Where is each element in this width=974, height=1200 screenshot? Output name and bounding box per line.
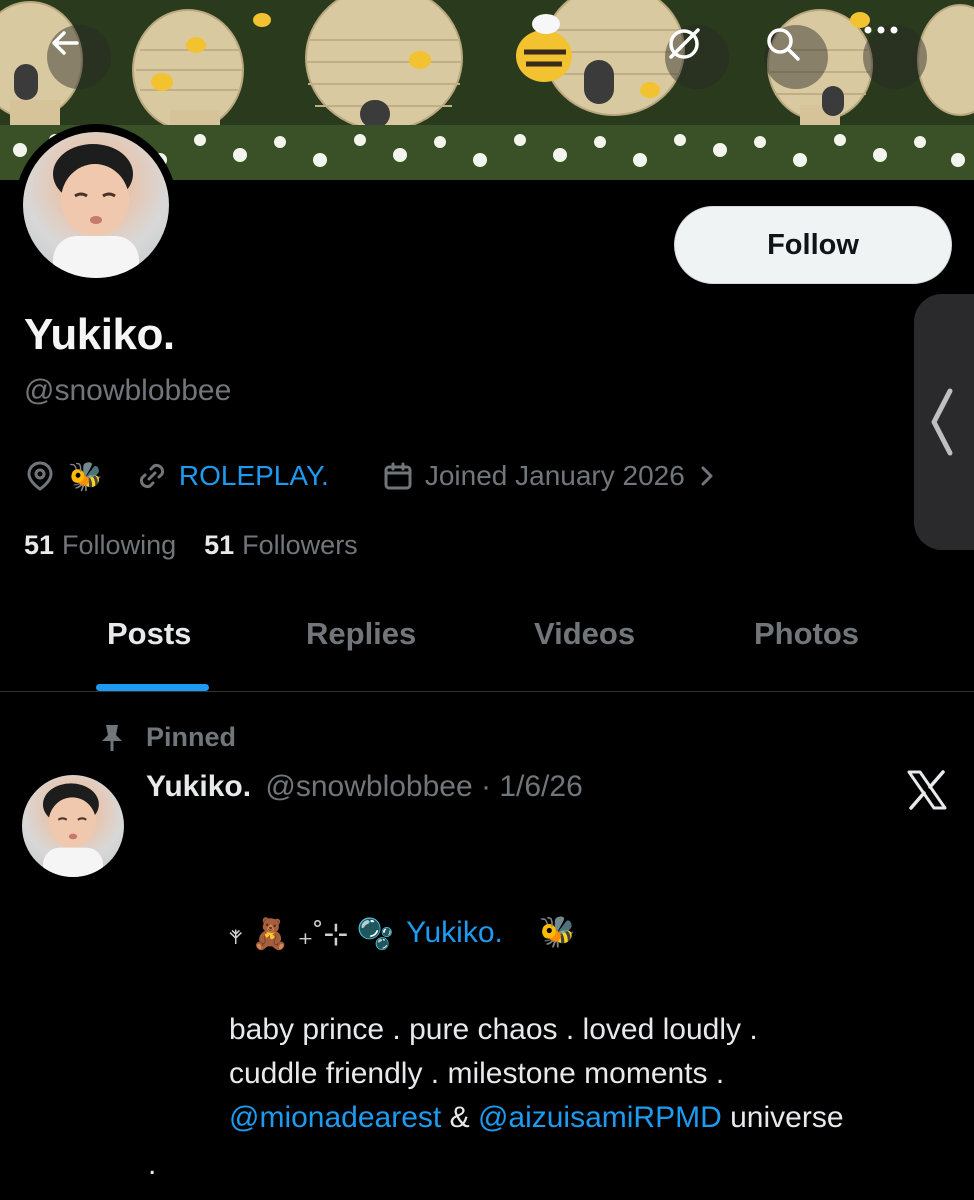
- x-logo-icon: [906, 770, 948, 815]
- post-date[interactable]: 1/6/26: [499, 770, 582, 803]
- back-button[interactable]: [47, 25, 111, 89]
- tab-posts[interactable]: Posts: [107, 616, 191, 652]
- pin-icon: [102, 724, 122, 751]
- post-separator: ·: [481, 770, 491, 803]
- mention-link[interactable]: @mionadearest: [229, 1101, 441, 1134]
- followers-count: 51: [204, 530, 235, 560]
- following-link[interactable]: 51 Following: [24, 530, 176, 561]
- profile-tabs: Posts Replies Videos Photos: [0, 600, 974, 692]
- pinned-indicator: Pinned: [98, 722, 236, 753]
- bio-emoji: 🐝: [538, 916, 577, 949]
- grok-button[interactable]: [665, 25, 729, 89]
- active-tab-indicator: [96, 684, 209, 691]
- post-author-handle[interactable]: @snowblobbee: [265, 770, 472, 803]
- more-horizontal-icon: [864, 26, 898, 34]
- bio-name: Yukiko.: [406, 915, 503, 949]
- trailing-dot: .: [148, 1148, 157, 1181]
- mention-link[interactable]: @aizuisamiRPMD: [478, 1101, 722, 1134]
- arrow-left-icon: [52, 31, 79, 55]
- following-count: 51: [24, 530, 55, 560]
- deco-prefix: 𖥧 🧸 ₊˚⊹ 🫧: [228, 918, 395, 951]
- post-author-name[interactable]: Yukiko.: [146, 770, 251, 803]
- location-icon: [24, 460, 56, 492]
- follow-counts: 51 Following 51 Followers: [24, 530, 358, 561]
- chevron-right-icon[interactable]: [699, 464, 715, 488]
- joined-date[interactable]: Joined January 2026: [425, 460, 685, 492]
- profile-avatar[interactable]: [15, 124, 177, 286]
- tab-replies[interactable]: Replies: [306, 616, 416, 652]
- post-text-line1: baby prince . pure chaos . loved loudly …: [229, 1013, 758, 1046]
- universe-text: universe: [730, 1101, 844, 1134]
- avatar-image: [23, 132, 169, 278]
- tab-videos[interactable]: Videos: [534, 616, 635, 652]
- post-text-line2: cuddle friendly . milestone moments .: [229, 1057, 725, 1090]
- chevron-left-icon: [931, 388, 953, 456]
- grok-icon: [669, 28, 700, 59]
- post-body: baby prince . pure chaos . loved loudly …: [229, 1008, 969, 1140]
- avatar-image: [42, 783, 104, 877]
- follow-button[interactable]: Follow: [674, 206, 952, 284]
- pinned-label: Pinned: [146, 722, 237, 752]
- display-name: Yukiko.: [24, 310, 175, 359]
- more-button[interactable]: [863, 25, 927, 89]
- following-label: Following: [62, 530, 177, 560]
- profile-link[interactable]: ROLEPLAY.: [179, 460, 329, 492]
- post-author-avatar[interactable]: [22, 775, 124, 877]
- link-icon: [137, 461, 167, 491]
- search-icon: [767, 28, 800, 61]
- followers-label: Followers: [242, 530, 358, 560]
- post-deco-line: 𖥧 🧸 ₊˚⊹ 🫧 Yukiko. 🐝: [228, 912, 576, 953]
- profile-meta: 🐝 ROLEPLAY. Joined January 2026: [24, 456, 715, 496]
- followers-link[interactable]: 51 Followers: [204, 530, 358, 561]
- search-button[interactable]: [764, 25, 828, 89]
- tab-photos[interactable]: Photos: [754, 616, 859, 652]
- calendar-icon: [383, 461, 413, 491]
- location-emoji: 🐝: [68, 460, 103, 492]
- post-header: Yukiko. @snowblobbee · 1/6/26: [146, 770, 583, 804]
- side-panel-handle[interactable]: [914, 294, 974, 550]
- post-text-line3: @mionadearest & @aizuisamiRPMD universe: [229, 1096, 969, 1140]
- profile-handle: @snowblobbee: [24, 374, 232, 407]
- ampersand: &: [449, 1101, 470, 1134]
